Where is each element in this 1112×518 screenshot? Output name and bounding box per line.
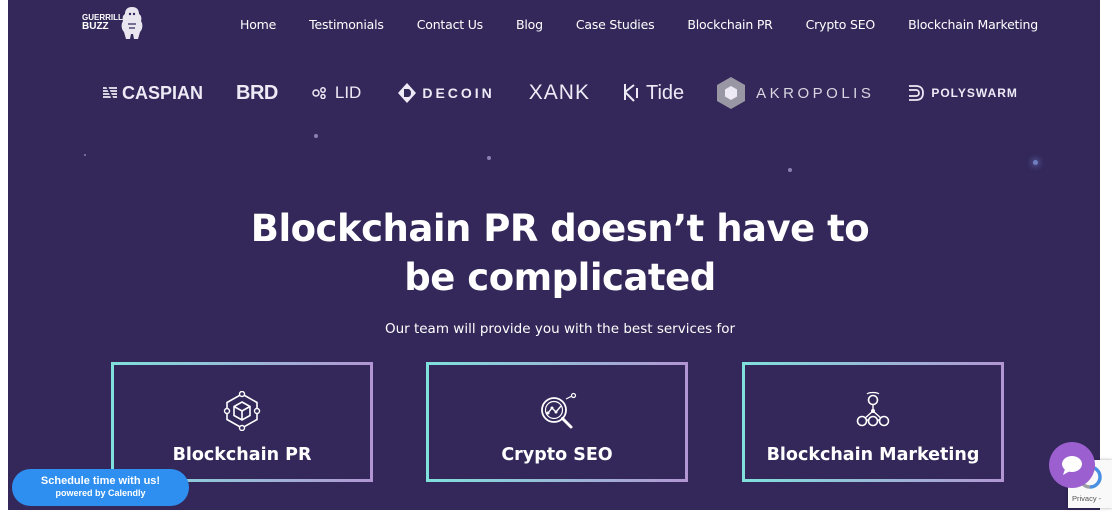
cube-network-icon [223,391,261,431]
partner-name: DECOIN [422,85,495,101]
logo-line2: BUZZ [82,21,109,32]
hero-subtitle: Our team will provide you with the best … [384,321,736,337]
gorilla-icon [121,7,143,39]
partner-decoin: DECOIN [397,82,494,104]
recaptcha-privacy-link[interactable]: Privacy - [1072,494,1101,503]
service-label: Blockchain PR [172,445,312,465]
lid-logo-icon [312,87,326,99]
chat-bubble-icon [1062,456,1082,475]
chat-button[interactable] [1049,442,1095,488]
nav-contact-us[interactable]: Contact Us [417,17,483,32]
network-nodes-icon [856,391,890,427]
partner-caspian: CASPIAN [102,83,203,104]
hero-title-line2: be complicated [404,256,716,299]
nav-home[interactable]: Home [240,17,276,32]
partner-akropolis: AKROPOLIS [716,76,874,110]
calendly-line2: powered by Calendly [55,488,146,498]
magnifier-chart-icon [541,392,577,429]
star-decoration [1033,160,1038,165]
partner-logos: CASPIAN BRD LID DECOIN XANK Tide AKROPOL… [102,76,1018,110]
star-decoration [314,134,318,138]
service-card-crypto-seo[interactable]: Crypto SEO [426,362,688,482]
partner-name: Tide [645,81,685,104]
hero-title-line1: Blockchain PR doesn’t have to [250,207,870,250]
partner-xank: XANK [529,81,590,105]
hero-title: Blockchain PR doesn’t have to be complic… [8,204,1100,302]
partner-brd: BRD [236,82,278,105]
tide-logo-icon [623,84,638,102]
calendly-schedule-button[interactable]: Schedule time with us! powered by Calend… [12,469,189,506]
site-logo[interactable]: GUERRILLA BUZZ [82,6,144,40]
nav-blockchain-marketing[interactable]: Blockchain Marketing [908,17,1038,32]
nav-testimonials[interactable]: Testimonials [309,17,384,32]
partner-lid: LID [312,83,361,103]
partner-name: AKROPOLIS [756,84,875,102]
star-decoration [788,168,792,172]
nav-crypto-seo[interactable]: Crypto SEO [806,17,876,32]
service-label: Crypto SEO [501,445,613,465]
service-card-blockchain-pr[interactable]: Blockchain PR [111,362,373,482]
polyswarm-logo-icon [909,85,925,101]
star-decoration [84,154,86,156]
page: GUERRILLA BUZZ Home Testimonials Contact… [8,0,1100,510]
logo-text: GUERRILLA BUZZ [82,14,129,32]
calendly-line1: Schedule time with us! [40,475,161,487]
service-card-blockchain-marketing[interactable]: Blockchain Marketing [742,362,1004,482]
partner-name: XANK [528,81,590,104]
star-decoration [487,156,491,160]
partner-name: LID [334,83,362,102]
main-nav: Home Testimonials Contact Us Blog Case S… [240,17,1038,32]
akropolis-hexagon-icon [717,77,746,109]
partner-name: BRD [236,81,278,104]
nav-blog[interactable]: Blog [516,17,543,32]
partner-name: POLYSWARM [931,86,1018,100]
partner-polyswarm: POLYSWARM [906,83,1018,103]
nav-blockchain-pr[interactable]: Blockchain PR [687,17,772,32]
decoin-logo-icon [398,83,417,103]
service-label: Blockchain Marketing [766,445,980,465]
partner-tide: Tide [622,82,684,105]
caspian-logo-icon [103,85,117,101]
nav-case-studies[interactable]: Case Studies [576,17,655,32]
partner-name: CASPIAN [122,82,204,103]
